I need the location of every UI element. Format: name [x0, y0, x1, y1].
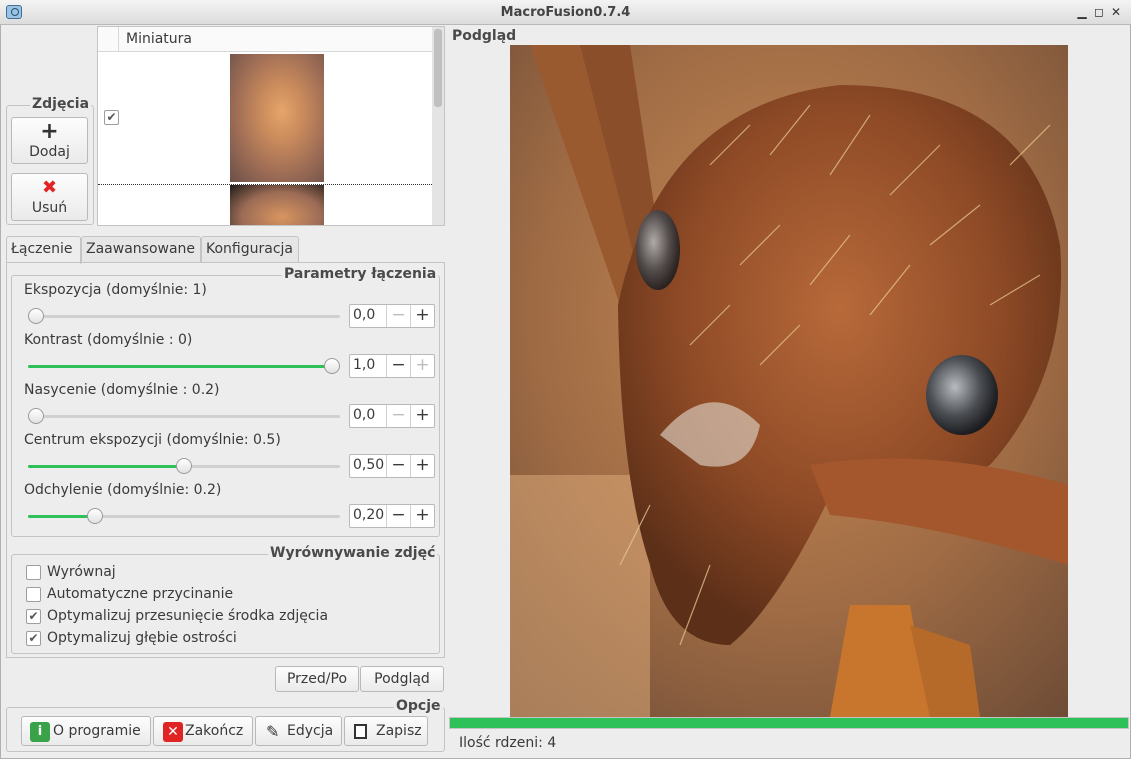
progress-fill [450, 718, 1128, 728]
save-icon [354, 724, 367, 739]
align-group-title: Wyrównywanie zdjęć [268, 545, 438, 561]
slider-handle[interactable] [28, 308, 44, 324]
thumbnail-1-checkbox[interactable]: ✔ [104, 110, 119, 125]
param-spinbox-1[interactable]: 0,0− + [349, 304, 435, 328]
slider-fill [28, 465, 180, 468]
slider-handle[interactable] [176, 458, 192, 474]
cores-status: Ilość rdzeni: 4 [459, 735, 557, 751]
param-slider-1[interactable] [28, 308, 340, 324]
remove-x-icon: ✖ [41, 177, 58, 198]
minus-icon[interactable]: − [386, 505, 410, 527]
param-slider-2[interactable] [28, 358, 340, 374]
remove-button-label: Usuń [31, 200, 68, 216]
thumbnail-scrollbar[interactable] [432, 27, 444, 225]
spinbox-value[interactable]: 1,0 [353, 357, 375, 373]
thumbnail-image-1[interactable] [230, 54, 324, 182]
param-label-1: Ekspozycja (domyślnie: 1) [24, 282, 207, 298]
tab-konfiguracja[interactable]: Konfiguracja [201, 236, 299, 263]
quit-button[interactable]: ✕ Zakończ [153, 716, 253, 746]
minimize-icon[interactable]: ▁ [1073, 3, 1091, 21]
spinbox-value[interactable]: 0,20 [353, 507, 384, 523]
minus-icon[interactable]: − [386, 455, 410, 477]
about-button[interactable]: i O programie [21, 716, 151, 746]
header-check-column [98, 27, 119, 52]
param-slider-3[interactable] [28, 408, 340, 424]
thumbnail-image-2[interactable] [230, 185, 324, 225]
optimize-dof-label: Optymalizuj głębie ostrości [47, 630, 237, 646]
window-title: MacroFusion0.7.4 [500, 5, 631, 20]
save-button-label: Zapisz [376, 723, 422, 739]
maximize-icon[interactable]: ◻ [1090, 3, 1108, 21]
thumbnail-column-header: Miniatura [126, 31, 193, 47]
slider-handle[interactable] [324, 358, 340, 374]
add-button[interactable]: + Dodaj [11, 117, 88, 164]
param-spinbox-5[interactable]: 0,20− + [349, 504, 435, 528]
param-spinbox-4[interactable]: 0,50− + [349, 454, 435, 478]
plus-icon[interactable]: + [410, 505, 434, 527]
param-label-3: Nasycenie (domyślnie : 0.2) [24, 382, 220, 398]
spinbox-value[interactable]: 0,0 [353, 307, 375, 323]
edit-button[interactable]: ✎ Edycja [255, 716, 342, 746]
quit-x-icon: ✕ [163, 722, 183, 742]
optimize-center-label: Optymalizuj przesunięcie środka zdjęcia [47, 608, 329, 624]
preview-button[interactable]: Podgląd [360, 666, 444, 692]
minus-icon[interactable]: − [386, 305, 410, 327]
save-button[interactable]: Zapisz [344, 716, 428, 746]
photos-group-title: Zdjęcia [30, 96, 92, 112]
thumbnail-list[interactable]: Miniatura ✔ [97, 26, 445, 226]
plus-icon: + [40, 119, 59, 144]
slider-fill [28, 365, 332, 368]
close-icon[interactable]: ✕ [1107, 3, 1125, 21]
slider-handle[interactable] [28, 408, 44, 424]
spinbox-value[interactable]: 0,50 [353, 457, 384, 473]
minus-icon[interactable]: − [386, 405, 410, 427]
edit-button-label: Edycja [287, 723, 334, 739]
info-icon: i [30, 722, 50, 742]
thumbnail-list-header: Miniatura [98, 27, 432, 52]
param-label-5: Odchylenie (domyślnie: 0.2) [24, 482, 222, 498]
scrollbar-handle[interactable] [434, 29, 442, 107]
param-label-2: Kontrast (domyślnie : 0) [24, 332, 193, 348]
add-button-label: Dodaj [29, 144, 70, 160]
param-spinbox-3[interactable]: 0,0− + [349, 404, 435, 428]
tab-laczenie[interactable]: Łączenie [6, 236, 81, 264]
about-button-label: O programie [53, 723, 141, 739]
autocrop-label: Automatyczne przycinanie [47, 586, 234, 602]
slider-fill [28, 515, 89, 518]
plus-icon[interactable]: + [410, 405, 434, 427]
params-group-title: Parametry łączenia [282, 266, 439, 282]
ant-macro-photo [510, 45, 1068, 717]
slider-handle[interactable] [87, 508, 103, 524]
optimize-center-checkbox[interactable]: ✔ [26, 609, 41, 624]
spinbox-value[interactable]: 0,0 [353, 407, 375, 423]
plus-icon[interactable]: + [410, 455, 434, 477]
preview-image[interactable] [510, 45, 1068, 717]
minus-icon[interactable]: − [386, 355, 410, 377]
param-spinbox-2[interactable]: 1,0− + [349, 354, 435, 378]
param-slider-4[interactable] [28, 458, 340, 474]
align-label-1: Wyrównaj [47, 564, 116, 580]
optimize-dof-checkbox[interactable]: ✔ [26, 631, 41, 646]
param-slider-5[interactable] [28, 508, 340, 524]
param-label-4: Centrum ekspozycji (domyślnie: 0.5) [24, 432, 281, 448]
remove-button[interactable]: ✖ Usuń [11, 173, 88, 221]
plus-icon[interactable]: + [410, 305, 434, 327]
pencil-icon: ✎ [266, 722, 280, 741]
progress-bar [449, 717, 1129, 729]
plus-icon[interactable]: + [410, 355, 434, 377]
autocrop-checkbox[interactable] [26, 587, 41, 602]
options-group-title: Opcje [394, 698, 443, 714]
before-after-button[interactable]: Przed/Po [275, 666, 359, 692]
quit-button-label: Zakończ [185, 723, 244, 739]
title-bar[interactable]: MacroFusion0.7.4 ▁ ◻ ✕ [0, 0, 1131, 25]
preview-title: Podgląd [452, 28, 517, 44]
tab-zaawansowane[interactable]: Zaawansowane [81, 236, 201, 263]
align-checkbox-1[interactable] [26, 565, 41, 580]
